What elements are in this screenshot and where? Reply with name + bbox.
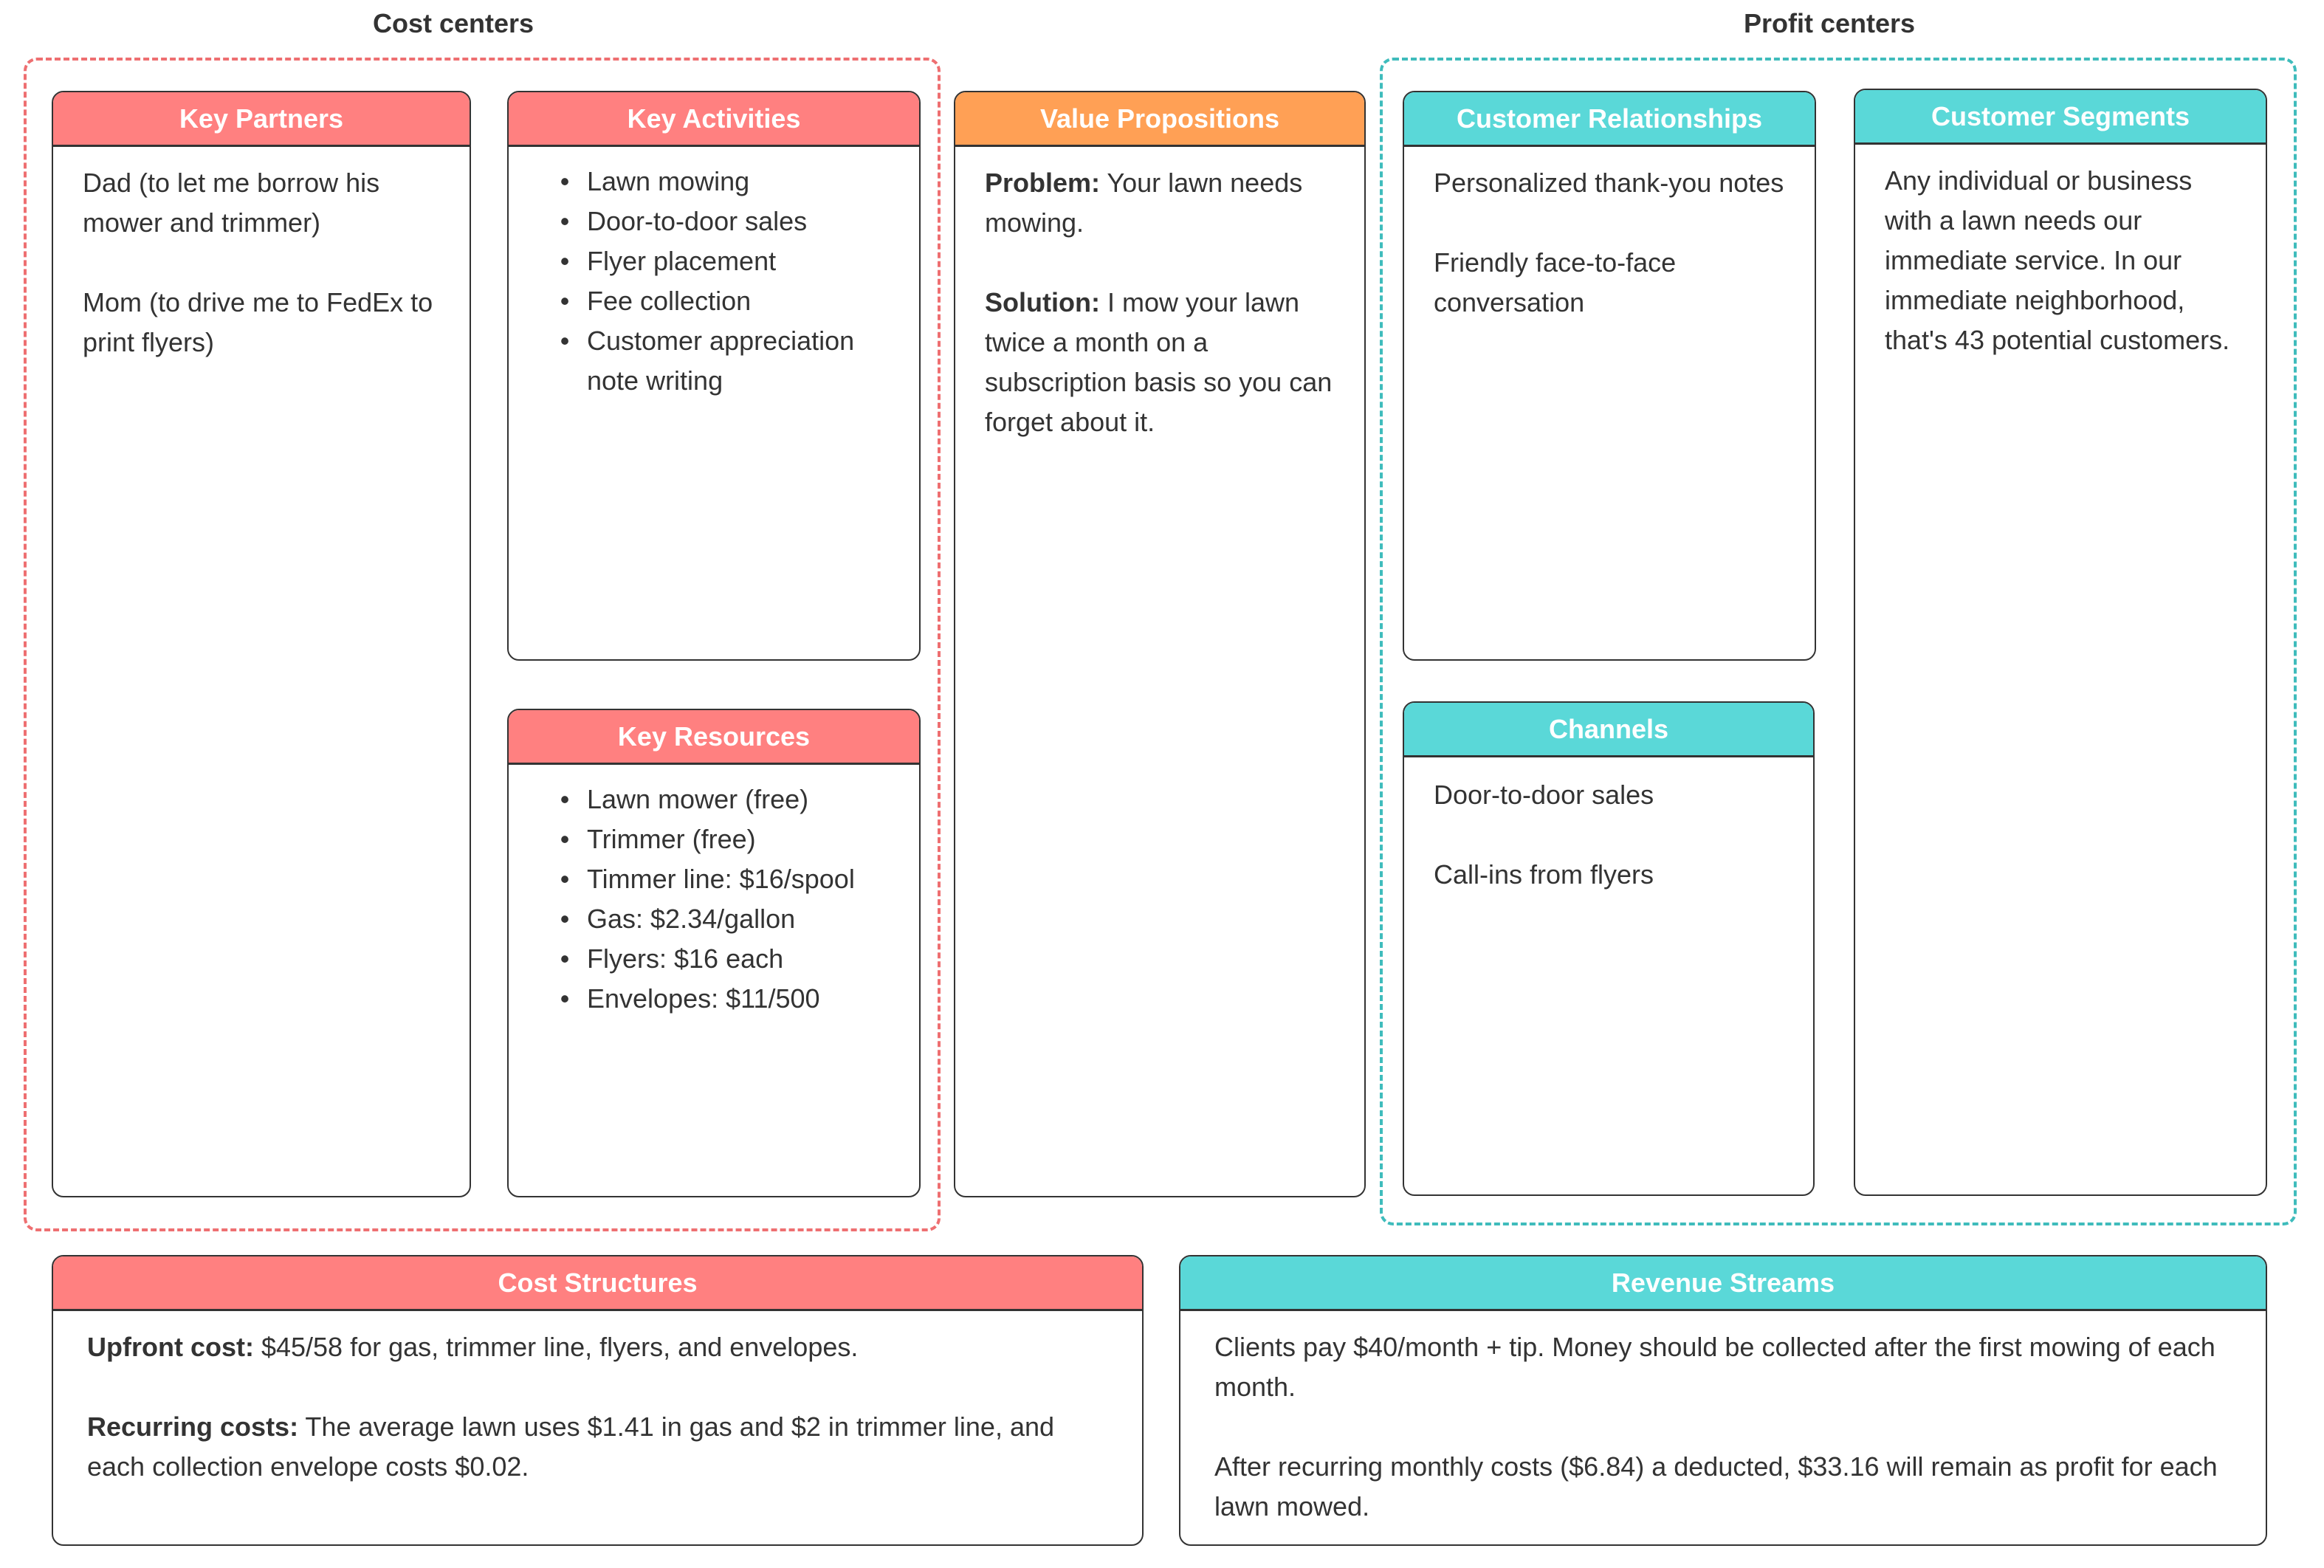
bullet-icon: •	[560, 983, 570, 1014]
relationship-item: Personalized thank-you notes	[1434, 168, 1784, 198]
cost-structures-body: Upfront cost: $45/58 for gas, trimmer li…	[53, 1311, 1142, 1487]
channels-card: Channels Door-to-door sales Call-ins fro…	[1403, 701, 1815, 1196]
cost-structures-header: Cost Structures	[53, 1256, 1142, 1311]
recurring-costs: Recurring costs: The average lawn uses $…	[87, 1407, 1108, 1487]
list-item: • Lawn mower (free)	[560, 780, 890, 819]
value-propositions-card: Value Propositions Problem: Your lawn ne…	[954, 91, 1366, 1197]
revenue-streams-header: Revenue Streams	[1180, 1256, 2266, 1311]
list-item-text: Customer appreciation note writing	[587, 326, 855, 396]
bullet-icon: •	[560, 904, 570, 934]
key-partner-item: Dad (to let me borrow his mower and trim…	[83, 168, 380, 238]
key-activities-body: • Lawn mowing • Door-to-door sales • Flyer …	[509, 147, 919, 401]
problem-label: Problem:	[985, 168, 1101, 198]
key-activities-header: Key Activities	[509, 92, 919, 147]
solution-label: Solution:	[985, 287, 1100, 317]
list-item-text: Door-to-door sales	[587, 206, 808, 236]
customer-segments-header: Customer Segments	[1855, 90, 2266, 145]
customer-segments-text: Any individual or business with a lawn n…	[1885, 165, 2230, 355]
list-item: • Envelopes: $11/500	[560, 979, 890, 1019]
list-item-text: Trimmer (free)	[587, 824, 756, 854]
value-propositions-header: Value Propositions	[955, 92, 1364, 147]
upfront-cost-label: Upfront cost:	[87, 1332, 254, 1362]
list-item-text: Gas: $2.34/gallon	[587, 904, 796, 934]
bullet-icon: •	[560, 326, 570, 356]
recurring-costs-label: Recurring costs:	[87, 1411, 299, 1442]
upfront-cost-text: $45/58 for gas, trimmer line, flyers, an…	[253, 1332, 859, 1362]
revenue-item: Clients pay $40/month + tip. Money shoul…	[1214, 1332, 2215, 1402]
list-item: • Flyers: $16 each	[560, 939, 890, 979]
list-item-text: Timmer line: $16/spool	[587, 864, 855, 894]
key-resources-body: • Lawn mower (free) • Trimmer (free) • Timm…	[509, 765, 919, 1019]
channels-body: Door-to-door sales Call-ins from flyers	[1404, 757, 1813, 895]
revenue-item: After recurring monthly costs ($6.84) a …	[1214, 1451, 2218, 1521]
list-item-text: Lawn mowing	[587, 166, 750, 196]
value-propositions-body: Problem: Your lawn needs mowing. Solutio…	[955, 147, 1364, 442]
list-item: • Customer appreciation note writing	[560, 321, 890, 401]
key-activities-list: • Lawn mowing • Door-to-door sales • Flyer …	[538, 162, 890, 401]
upfront-cost: Upfront cost: $45/58 for gas, trimmer li…	[87, 1327, 1108, 1367]
key-resources-list: • Lawn mower (free) • Trimmer (free) • Timm…	[538, 780, 890, 1019]
customer-relationships-body: Personalized thank-you notes Friendly fa…	[1404, 147, 1815, 323]
list-item: • Door-to-door sales	[560, 202, 890, 241]
relationship-item: Friendly face-to-face conversation	[1434, 247, 1677, 317]
key-partners-header: Key Partners	[53, 92, 470, 147]
cost-structures-card: Cost Structures Upfront cost: $45/58 for…	[52, 1255, 1144, 1546]
list-item-text: Fee collection	[587, 286, 752, 316]
cost-centers-label: Cost centers	[372, 8, 534, 38]
list-item: • Lawn mowing	[560, 162, 890, 202]
key-resources-card: Key Resources • Lawn mower (free) • Trimme…	[507, 709, 921, 1197]
list-item-text: Lawn mower (free)	[587, 784, 809, 814]
key-activities-card: Key Activities • Lawn mowing • Door-to-doo…	[507, 91, 921, 661]
profit-centers-label: Profit centers	[1743, 8, 1916, 38]
list-item: • Flyer placement	[560, 241, 890, 281]
channel-item: Call-ins from flyers	[1434, 859, 1654, 890]
problem-statement: Problem: Your lawn needs mowing.	[985, 163, 1335, 243]
key-resources-header: Key Resources	[509, 710, 919, 765]
key-partners-card: Key Partners Dad (to let me borrow his m…	[52, 91, 471, 1197]
list-item-text: Flyer placement	[587, 246, 777, 276]
customer-relationships-card: Customer Relationships Personalized than…	[1403, 91, 1816, 661]
bullet-icon: •	[560, 824, 570, 854]
channels-header: Channels	[1404, 703, 1813, 757]
list-item-text: Flyers: $16 each	[587, 943, 784, 974]
list-item: • Gas: $2.34/gallon	[560, 899, 890, 939]
key-partner-item: Mom (to drive me to FedEx to print flyer…	[83, 287, 433, 357]
customer-relationships-header: Customer Relationships	[1404, 92, 1815, 147]
bullet-icon: •	[560, 864, 570, 894]
list-item-text: Envelopes: $11/500	[587, 983, 820, 1014]
customer-segments-body: Any individual or business with a lawn n…	[1855, 145, 2266, 360]
channel-item: Door-to-door sales	[1434, 780, 1654, 810]
customer-segments-card: Customer Segments Any individual or busi…	[1854, 89, 2267, 1196]
bullet-icon: •	[560, 784, 570, 814]
key-partners-body: Dad (to let me borrow his mower and trim…	[53, 147, 470, 362]
bullet-icon: •	[560, 246, 570, 276]
list-item: • Timmer line: $16/spool	[560, 859, 890, 899]
solution-statement: Solution: I mow your lawn twice a month …	[985, 283, 1335, 442]
bullet-icon: •	[560, 943, 570, 974]
revenue-streams-card: Revenue Streams Clients pay $40/month + …	[1179, 1255, 2267, 1546]
bullet-icon: •	[560, 206, 570, 236]
list-item: • Fee collection	[560, 281, 890, 321]
bullet-icon: •	[560, 286, 570, 316]
list-item: • Trimmer (free)	[560, 819, 890, 859]
bullet-icon: •	[560, 166, 570, 196]
revenue-streams-body: Clients pay $40/month + tip. Money shoul…	[1180, 1311, 2266, 1527]
